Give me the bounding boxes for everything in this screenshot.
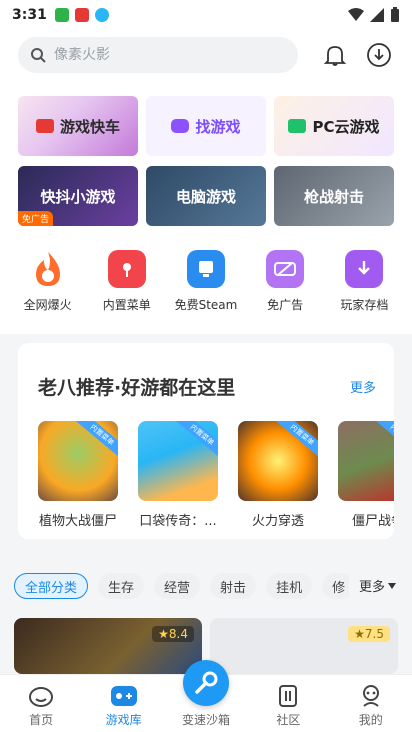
game-name: 僵尸战争 xyxy=(351,514,394,529)
game-name: 火力穿透 xyxy=(251,514,304,529)
game-item[interactable]: 内置菜单 僵尸战争 xyxy=(338,421,394,529)
car-icon xyxy=(35,119,54,133)
banner-pc-cloud-games[interactable]: PC云游戏 xyxy=(274,96,394,156)
game-item[interactable]: 内置菜单 植物大战僵尸 xyxy=(38,421,118,529)
banner-pc-games[interactable]: 电脑游戏 xyxy=(146,166,266,226)
signal-icon xyxy=(370,8,384,22)
shortcut-save-files[interactable]: 玩家存档 xyxy=(325,250,403,320)
menu-ribbon: 内置菜单 xyxy=(175,421,218,459)
monitor-icon xyxy=(186,250,225,288)
download-manager-button[interactable] xyxy=(364,40,394,70)
chip-survival[interactable]: 生存 xyxy=(98,573,145,599)
section-title: 老八推荐·好游都在这里 xyxy=(38,377,236,399)
shortcut-label: 玩家存档 xyxy=(340,298,389,312)
banner-game-express[interactable]: 游戏快车 xyxy=(18,96,138,156)
game-card[interactable]: ★7.5 xyxy=(210,618,398,674)
tab-game-library[interactable]: 游戏库 xyxy=(89,684,159,728)
tab-profile[interactable]: 我的 xyxy=(336,684,406,728)
game-item[interactable]: 内置菜单 火力穿透 xyxy=(238,421,318,529)
wifi-icon xyxy=(348,8,364,21)
banner-mini-games[interactable]: 快抖小游戏 免广告 xyxy=(18,166,138,226)
game-cover: 内置菜单 xyxy=(338,421,394,501)
rating-value: 7.5 xyxy=(364,627,384,641)
game-cover: 内置菜单 xyxy=(138,421,218,501)
tab-label: 我的 xyxy=(358,713,383,727)
shortcut-label: 内置菜单 xyxy=(102,298,151,312)
profile-icon xyxy=(362,685,379,707)
ad-block-icon xyxy=(266,250,305,288)
menu-ribbon: 内置菜单 xyxy=(75,421,118,459)
category-more-label: 更多 xyxy=(358,580,385,595)
cloud-pc-icon xyxy=(288,119,307,133)
shortcut-trending[interactable]: 全网爆火 xyxy=(9,250,87,320)
app-notification-icon xyxy=(74,8,89,22)
menu-ribbon: 内置菜单 xyxy=(375,421,394,459)
download-circle-icon xyxy=(367,43,391,67)
shortcut-row: 全网爆火 内置菜单 免费Steam 免广告 玩家存档 xyxy=(0,250,412,320)
banner-label: 找游戏 xyxy=(195,117,241,136)
category-more-button[interactable]: 更多 xyxy=(348,576,396,595)
shortcut-label: 免费Steam xyxy=(174,298,238,312)
chip-idle[interactable]: 挂机 xyxy=(266,573,313,599)
rating-value: 8.4 xyxy=(168,627,188,641)
tab-community[interactable]: 社区 xyxy=(253,684,323,728)
home-icon xyxy=(29,687,54,707)
search-box[interactable] xyxy=(18,37,299,73)
tab-label: 变速沙箱 xyxy=(181,713,230,727)
speed-sandbox-fab[interactable] xyxy=(183,660,229,706)
menu-ribbon: 内置菜单 xyxy=(275,421,318,459)
gamepad-icon xyxy=(171,119,190,133)
chip-shooting[interactable]: 射击 xyxy=(210,573,257,599)
shortcut-no-ads[interactable]: 免广告 xyxy=(246,250,324,320)
game-item[interactable]: 内置菜单 口袋传奇：... xyxy=(138,421,218,529)
game-name: 植物大战僵尸 xyxy=(38,514,117,529)
game-cover: 内置菜单 xyxy=(38,421,118,501)
notification-button[interactable] xyxy=(320,40,350,70)
shortcut-label: 全网爆火 xyxy=(23,298,72,312)
banner-label: 枪战射击 xyxy=(303,187,364,206)
community-icon xyxy=(279,685,298,707)
more-link[interactable]: 更多 xyxy=(350,377,376,396)
shortcut-free-steam[interactable]: 免费Steam xyxy=(167,250,245,320)
flame-icon xyxy=(29,250,67,288)
game-name: 口袋传奇：... xyxy=(139,514,217,529)
caret-down-icon xyxy=(388,582,396,589)
chip-management[interactable]: 经营 xyxy=(154,573,201,599)
banner-label: PC云游戏 xyxy=(312,117,380,136)
shortcut-builtin-menu[interactable]: 内置菜单 xyxy=(88,250,166,320)
wrench-icon xyxy=(195,671,218,694)
bell-icon xyxy=(324,46,347,66)
tab-label: 社区 xyxy=(276,713,301,727)
download-notification-icon xyxy=(94,8,109,22)
chip-all[interactable]: 全部分类 xyxy=(14,573,89,599)
banner-shooting[interactable]: 枪战射击 xyxy=(274,166,394,226)
top-bar xyxy=(0,30,412,80)
search-input[interactable] xyxy=(54,47,254,63)
banner-label: 游戏快车 xyxy=(59,117,120,136)
battery-icon xyxy=(391,7,399,22)
game-card[interactable]: ★8.4 xyxy=(14,618,202,674)
tab-home[interactable]: 首页 xyxy=(6,684,76,728)
app-notification-icon xyxy=(54,8,69,22)
status-time: 3:31 xyxy=(12,7,47,23)
game-list: 内置菜单 植物大战僵尸 内置菜单 口袋传奇：... 内置菜单 火力穿透 内置菜单… xyxy=(38,421,394,531)
shortcut-label: 免广告 xyxy=(267,298,304,312)
ad-free-badge: 免广告 xyxy=(18,211,54,226)
rating-badge: ★8.4 xyxy=(152,626,194,642)
game-library-icon xyxy=(110,686,137,706)
status-bar: 3:31 xyxy=(0,0,412,30)
rating-badge: ★7.5 xyxy=(348,626,390,642)
tab-label: 游戏库 xyxy=(105,713,142,727)
folder-download-icon xyxy=(345,250,384,288)
tab-label: 首页 xyxy=(29,713,54,727)
game-cover: 内置菜单 xyxy=(238,421,318,501)
banner-find-games[interactable]: 找游戏 xyxy=(146,96,266,156)
menu-card-icon xyxy=(107,250,146,288)
recommend-section: 老八推荐·好游都在这里 更多 内置菜单 植物大战僵尸 内置菜单 口袋传奇：...… xyxy=(18,343,394,539)
banner-label: 电脑游戏 xyxy=(175,187,236,206)
banner-label: 快抖小游戏 xyxy=(40,187,116,206)
search-icon xyxy=(31,48,46,63)
